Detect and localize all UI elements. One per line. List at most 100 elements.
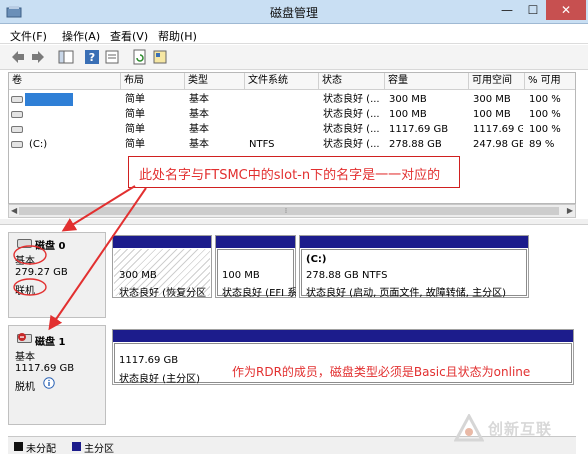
help-icon[interactable]: ? [84,49,100,65]
row-percent: 100 % [529,109,561,120]
scroll-grip-icon: ⁞ [284,207,288,215]
legend-label-unallocated: 未分配 [26,444,56,455]
legend-swatch-unallocated [14,442,23,451]
partition-status: 状态良好 (启动, 页面文件, 故障转储, 主分区) [306,288,507,299]
annotation-callout-text: 此处名字与FTSMC中的slot-n下的名字是一一对应的 [139,168,441,183]
disk-type: 基本 [15,352,35,363]
partition-c[interactable]: (C:) 278.88 GB NTFS 状态良好 (启动, 页面文件, 故障转储… [299,235,529,299]
disk-name: 磁盘 0 [35,241,66,252]
partition-name: (C:) [306,254,327,265]
menu-file[interactable]: 文件(F) [10,28,47,44]
row-filesystem: NTFS [249,139,275,150]
pane-splitter[interactable] [0,219,588,225]
column-header-filesystem[interactable]: 文件系统 [245,73,319,90]
scroll-right-icon[interactable]: ▶ [567,205,573,217]
console-tree-icon[interactable] [58,49,74,65]
partition-size: 100 MB [222,270,260,281]
row-volume: (C:) [29,139,48,150]
column-header-type[interactable]: 类型 [185,73,245,90]
partition-size: 278.88 GB NTFS [306,270,388,281]
watermark: 创新互联 [452,412,582,444]
volume-icon [11,96,23,103]
row-type: 基本 [189,94,209,105]
disk-type: 基本 [15,256,35,267]
close-button[interactable]: ✕ [546,0,586,20]
properties-icon[interactable] [104,49,120,65]
row-capacity: 300 MB [389,94,427,105]
back-arrow-icon[interactable] [10,49,26,65]
column-header-capacity[interactable]: 容量 [385,73,469,90]
row-capacity: 100 MB [389,109,427,120]
row-layout: 简单 [125,109,145,120]
menu-help[interactable]: 帮助(H) [158,28,197,44]
table-row[interactable]: 简单 基本 状态良好 (... 300 MB 300 MB 100 % [9,92,575,107]
row-percent: 100 % [529,94,561,105]
partition-size: 1117.69 GB [119,355,179,366]
volume-icon [11,126,23,133]
horizontal-scrollbar[interactable]: ◀ ⁞ ▶ [8,204,576,218]
maximize-button[interactable]: ☐ [520,0,546,20]
export-icon[interactable] [152,49,168,65]
disk-size: 1117.69 GB [15,363,75,374]
volume-icon [11,111,23,118]
volume-list-header: 卷 布局 类型 文件系统 状态 容量 可用空间 % 可用 [9,73,575,90]
partition-size: 300 MB [119,270,157,281]
disk-state: 脱机 [15,382,35,393]
table-row[interactable]: (C:) 简单 基本 NTFS 状态良好 (... 278.88 GB 247.… [9,137,575,152]
partition-bar [113,330,573,342]
info-icon[interactable] [43,377,55,389]
partition-bar [300,236,528,248]
column-header-percent-free[interactable]: % 可用 [525,73,575,90]
row-layout: 简单 [125,139,145,150]
partition-status: 状态良好 (EFI 系 [222,288,296,299]
disk-icon [17,239,32,248]
menu-bar: 文件(F) 操作(A) 查看(V) 帮助(H) [0,24,588,44]
row-free: 300 MB [473,94,511,105]
column-header-volume[interactable]: 卷 [9,73,121,90]
svg-text:?: ? [89,51,95,64]
partition-efi[interactable]: 100 MB 状态良好 (EFI 系 [215,235,296,299]
annotation-callout: 此处名字与FTSMC中的slot-n下的名字是一一对应的 [128,156,460,188]
watermark-logo-icon [454,414,484,442]
row-status: 状态良好 (... [323,109,380,120]
disk-1-info[interactable]: 磁盘 1 基本 1117.69 GB 脱机 [8,325,106,425]
refresh-icon[interactable] [132,49,148,65]
row-layout: 简单 [125,94,145,105]
column-header-layout[interactable]: 布局 [121,73,185,90]
offline-disk-icon [17,333,32,343]
row-type: 基本 [189,139,209,150]
volume-icon [11,141,23,148]
disk-graphical-view: 磁盘 0 基本 279.27 GB 联机 300 MB 状态良好 (恢复分区 1… [8,227,576,434]
table-row[interactable]: 简单 基本 状态良好 (... 1117.69 GB 1117.69 GB 10… [9,122,575,137]
menu-action[interactable]: 操作(A) [62,28,100,44]
row-type: 基本 [189,124,209,135]
disk-size: 279.27 GB [15,267,68,278]
table-row[interactable]: 简单 基本 状态良好 (... 100 MB 100 MB 100 % [9,107,575,122]
row-free: 100 MB [473,109,511,120]
disk-0-info[interactable]: 磁盘 0 基本 279.27 GB 联机 [8,232,106,318]
partition-status: 状态良好 (主分区) [119,374,200,385]
row-type: 基本 [189,109,209,120]
column-header-status[interactable]: 状态 [319,73,385,90]
row-status: 状态良好 (... [323,124,380,135]
row-percent: 100 % [529,124,561,135]
scroll-left-icon[interactable]: ◀ [11,205,17,217]
column-header-free-space[interactable]: 可用空间 [469,73,525,90]
partition-bar [113,236,211,248]
row-status: 状态良好 (... [323,139,380,150]
volume-name-selection [25,93,73,106]
legend-label-primary: 主分区 [84,444,114,455]
row-capacity: 1117.69 GB [389,124,449,135]
partition-recovery[interactable]: 300 MB 状态良好 (恢复分区 [112,235,212,299]
menu-view[interactable]: 查看(V) [110,28,148,44]
title-bar: 磁盘管理 — ☐ ✕ [0,0,588,24]
row-percent: 89 % [529,139,555,150]
watermark-text: 创新互联 [488,420,553,438]
row-free: 247.98 GB [473,139,523,150]
partition-bar [216,236,295,248]
disk-name: 磁盘 1 [35,337,66,348]
forward-arrow-icon[interactable] [30,49,46,65]
row-layout: 简单 [125,124,145,135]
toolbar: ? [0,45,588,70]
minimize-button[interactable]: — [494,0,520,20]
